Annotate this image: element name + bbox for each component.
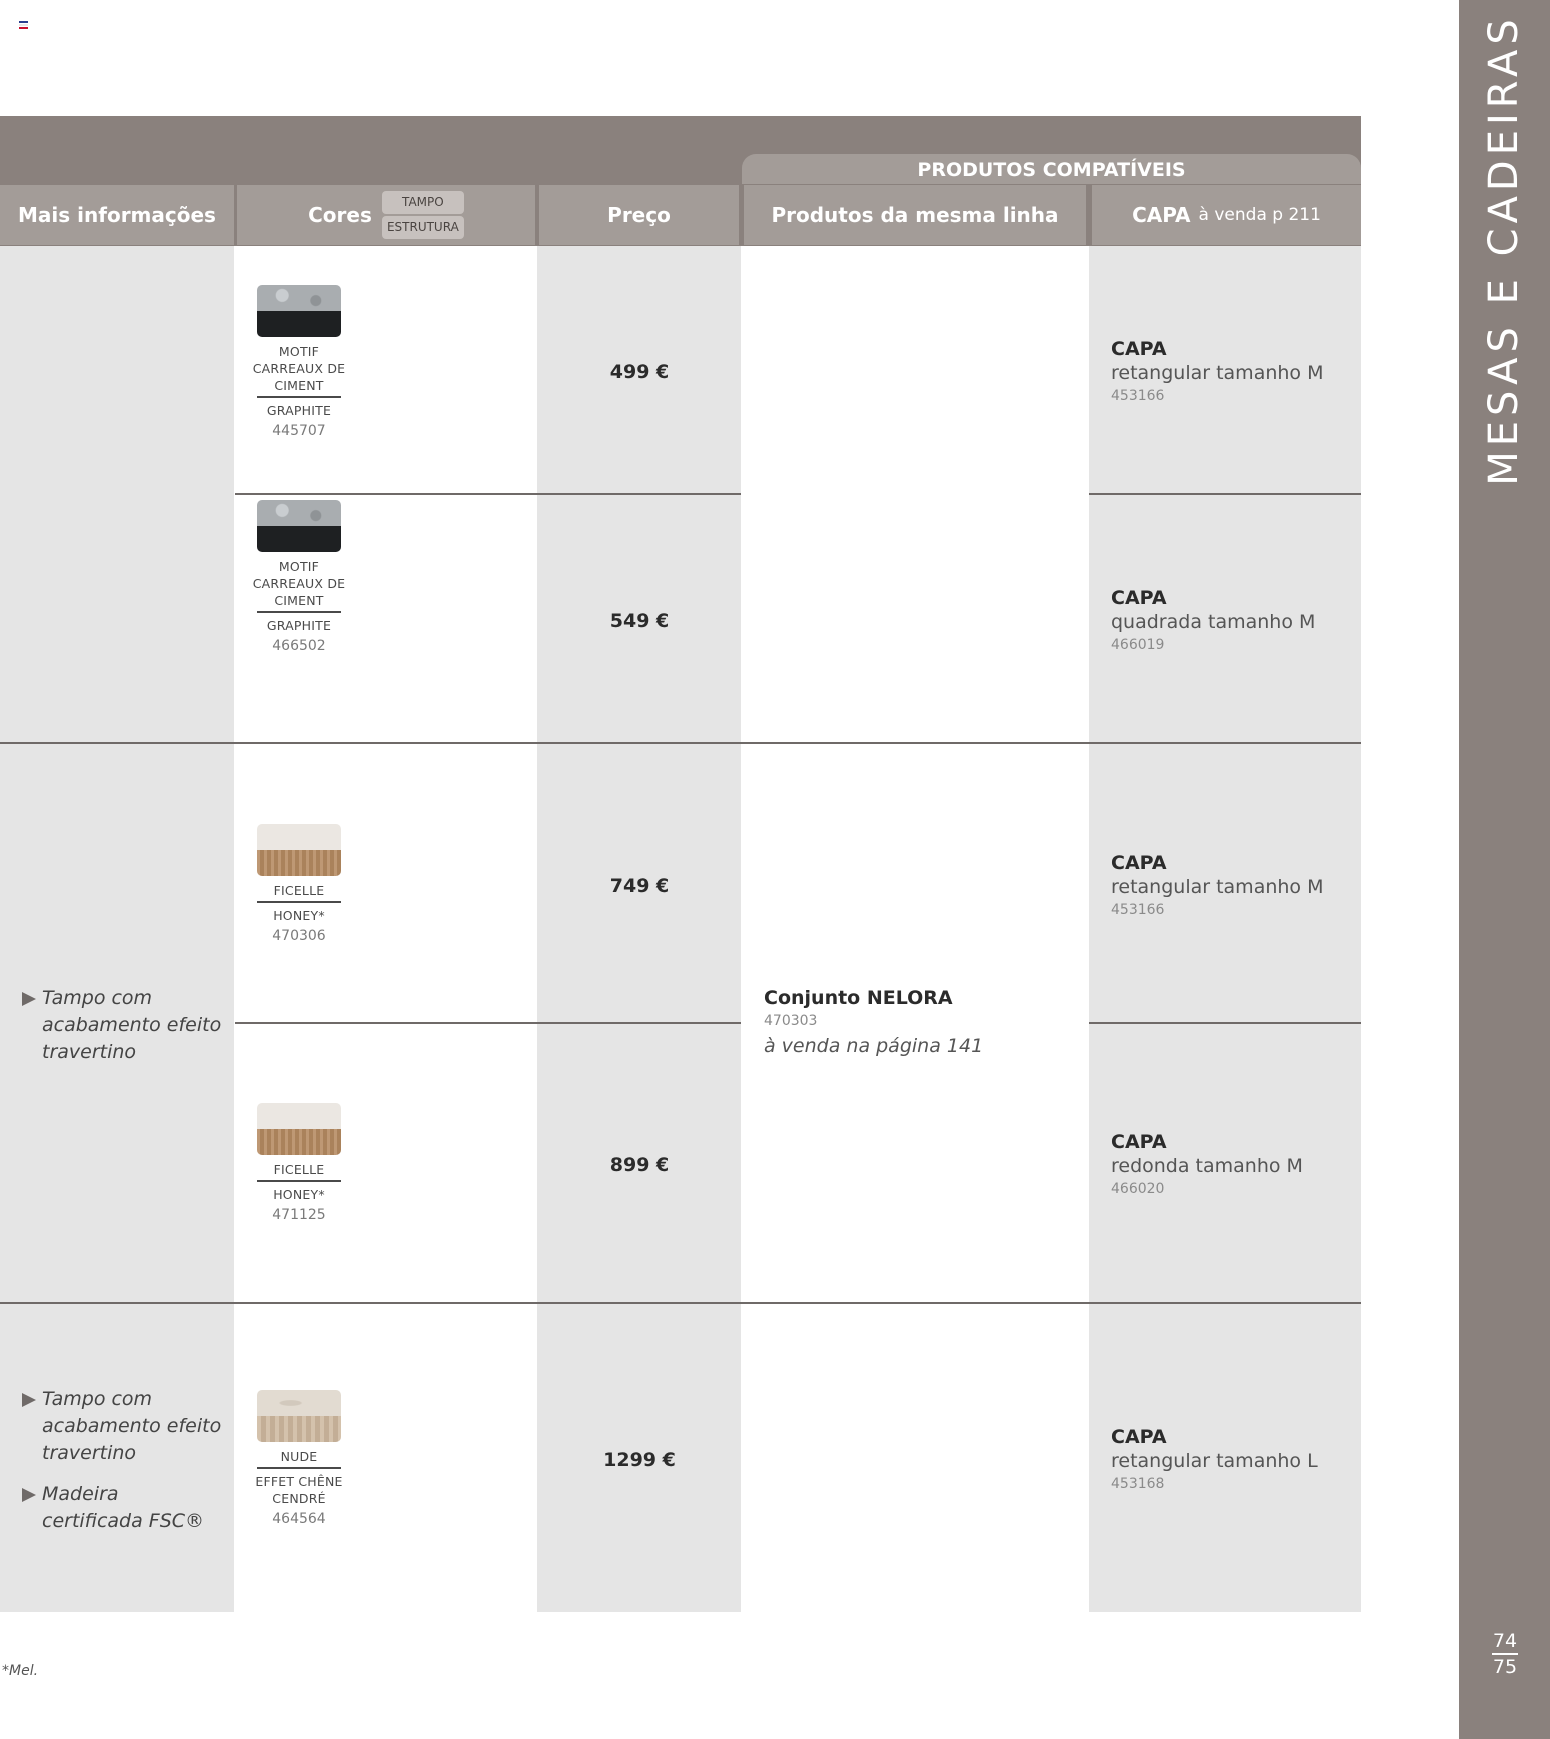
swatch-top-label: CIMENT bbox=[274, 378, 324, 393]
same-line-product: Conjunto NELORA 470303 à venda na página… bbox=[764, 987, 983, 1057]
color-swatch bbox=[257, 824, 341, 876]
group-divider bbox=[0, 1302, 1361, 1304]
more-info-item: Madeira certificada FSC® bbox=[22, 1481, 222, 1535]
swatch-ref: 445707 bbox=[272, 423, 326, 439]
color-swatch-block: MOTIF CARREAUX DE CIMENT GRAPHITE 445707 bbox=[239, 285, 359, 439]
swatch-top-label: FICELLE bbox=[273, 883, 325, 898]
price: 899 € bbox=[609, 1154, 670, 1176]
section-title: MESAS E CADEIRAS bbox=[1481, 14, 1527, 486]
swatch-bottom-label: HONEY* bbox=[273, 1187, 325, 1202]
capa-item: CAPA redonda tamanho M 466020 bbox=[1111, 1131, 1303, 1197]
page-number-right: 75 bbox=[1492, 1656, 1518, 1678]
swatch-bottom-label: GRAPHITE bbox=[266, 403, 332, 418]
header-more-info-label: Mais informações bbox=[18, 203, 216, 227]
group-divider bbox=[0, 742, 1361, 744]
swatch-top-label: CARREAUX DE bbox=[252, 361, 346, 376]
color-swatch-block: FICELLE HONEY* 471125 bbox=[239, 1103, 359, 1223]
capa-ref: 453168 bbox=[1111, 1476, 1165, 1492]
more-info-group: Tampo com acabamento efeito travertino bbox=[22, 985, 222, 1080]
price: 549 € bbox=[609, 610, 670, 632]
header-price: Preço bbox=[539, 185, 739, 245]
capa-desc: quadrada tamanho M bbox=[1111, 611, 1316, 633]
swatch-ref: 464564 bbox=[272, 1511, 326, 1527]
page-number-divider bbox=[1492, 1653, 1518, 1655]
row-divider bbox=[1089, 1022, 1361, 1024]
row-divider bbox=[1089, 493, 1361, 495]
header-more-info: Mais informações bbox=[0, 185, 234, 245]
swatch-top-label: FICELLE bbox=[273, 1162, 325, 1177]
swatch-top-label: CIMENT bbox=[274, 593, 324, 608]
price: 499 € bbox=[609, 361, 670, 383]
bullet-triangle-icon bbox=[22, 992, 36, 1006]
more-info-item: Tampo com acabamento efeito travertino bbox=[22, 985, 222, 1066]
capa-title: CAPA bbox=[1111, 1426, 1167, 1448]
color-swatch-block: FICELLE HONEY* 470306 bbox=[239, 824, 359, 944]
header-colors: Cores TAMPO ESTRUTURA bbox=[237, 185, 535, 245]
row-divider bbox=[235, 493, 741, 495]
swatch-bottom-label: EFFET CHÊNE bbox=[255, 1474, 343, 1489]
capa-item: CAPA retangular tamanho L 453168 bbox=[1111, 1426, 1318, 1492]
page-number-left: 74 bbox=[1492, 1630, 1518, 1652]
swatch-bottom-label: GRAPHITE bbox=[266, 618, 332, 633]
color-swatch-block: NUDE EFFET CHÊNE CENDRÉ 464564 bbox=[239, 1390, 359, 1527]
capa-title: CAPA bbox=[1111, 587, 1167, 609]
capa-desc: redonda tamanho M bbox=[1111, 1155, 1303, 1177]
same-line-note: à venda na página 141 bbox=[764, 1035, 984, 1057]
swatch-ref: 470306 bbox=[272, 928, 326, 944]
capa-ref: 453166 bbox=[1111, 388, 1165, 404]
header-same-line: Produtos da mesma linha bbox=[744, 185, 1086, 245]
pill-tampo: TAMPO bbox=[381, 191, 464, 214]
price: 749 € bbox=[609, 875, 670, 897]
color-swatch-block: MOTIF CARREAUX DE CIMENT GRAPHITE 466502 bbox=[239, 500, 359, 654]
bullet-triangle-icon bbox=[22, 1393, 36, 1407]
swatch-top-label: NUDE bbox=[280, 1449, 318, 1464]
price: 1299 € bbox=[603, 1449, 676, 1471]
swatch-top-label: MOTIF bbox=[278, 344, 320, 359]
compatible-products-header: PRODUTOS COMPATÍVEIS bbox=[742, 154, 1361, 184]
swatch-ref: 471125 bbox=[272, 1207, 326, 1223]
capa-ref: 466020 bbox=[1111, 1181, 1165, 1197]
capa-item: CAPA retangular tamanho M 453166 bbox=[1111, 852, 1323, 918]
header-capa-note: à venda p 211 bbox=[1198, 205, 1321, 225]
capa-desc: retangular tamanho M bbox=[1111, 362, 1324, 384]
color-swatch bbox=[257, 285, 341, 337]
swatch-bottom-label: HONEY* bbox=[273, 908, 325, 923]
header-same-line-label: Produtos da mesma linha bbox=[771, 203, 1059, 227]
header-colors-label: Cores bbox=[308, 203, 372, 227]
swatch-top-label: MOTIF bbox=[278, 559, 320, 574]
color-swatch bbox=[257, 1390, 341, 1442]
capa-item: CAPA retangular tamanho M 453166 bbox=[1111, 338, 1323, 404]
more-info-item: Tampo com acabamento efeito travertino bbox=[22, 1386, 222, 1467]
swatch-ref: 466502 bbox=[272, 638, 326, 654]
row-divider bbox=[235, 1022, 741, 1024]
pill-estrutura: ESTRUTURA bbox=[381, 216, 464, 239]
capa-title: CAPA bbox=[1111, 1131, 1167, 1153]
column-capa-bg bbox=[1089, 246, 1361, 1612]
header-price-label: Preço bbox=[607, 203, 671, 227]
swatch-bottom-label: CENDRÉ bbox=[272, 1491, 326, 1506]
capa-desc: retangular tamanho M bbox=[1111, 876, 1324, 898]
color-swatch bbox=[257, 500, 341, 552]
header-capa-label: CAPA bbox=[1132, 203, 1191, 227]
same-line-ref: 470303 bbox=[764, 1013, 818, 1029]
flag-icon bbox=[19, 21, 28, 29]
column-price-bg bbox=[537, 246, 741, 1612]
capa-ref: 453166 bbox=[1111, 902, 1165, 918]
bullet-triangle-icon bbox=[22, 1488, 36, 1502]
header-capa: CAPA à venda p 211 bbox=[1092, 185, 1361, 245]
capa-item: CAPA quadrada tamanho M 466019 bbox=[1111, 587, 1315, 653]
capa-title: CAPA bbox=[1111, 338, 1167, 360]
footnote: *Mel. bbox=[2, 1663, 39, 1679]
capa-desc: retangular tamanho L bbox=[1111, 1450, 1318, 1472]
swatch-top-label: CARREAUX DE bbox=[252, 576, 346, 591]
color-swatch bbox=[257, 1103, 341, 1155]
more-info-group: Tampo com acabamento efeito travertino M… bbox=[22, 1386, 222, 1549]
same-line-title: Conjunto NELORA bbox=[764, 987, 953, 1009]
capa-title: CAPA bbox=[1111, 852, 1167, 874]
capa-ref: 466019 bbox=[1111, 637, 1165, 653]
